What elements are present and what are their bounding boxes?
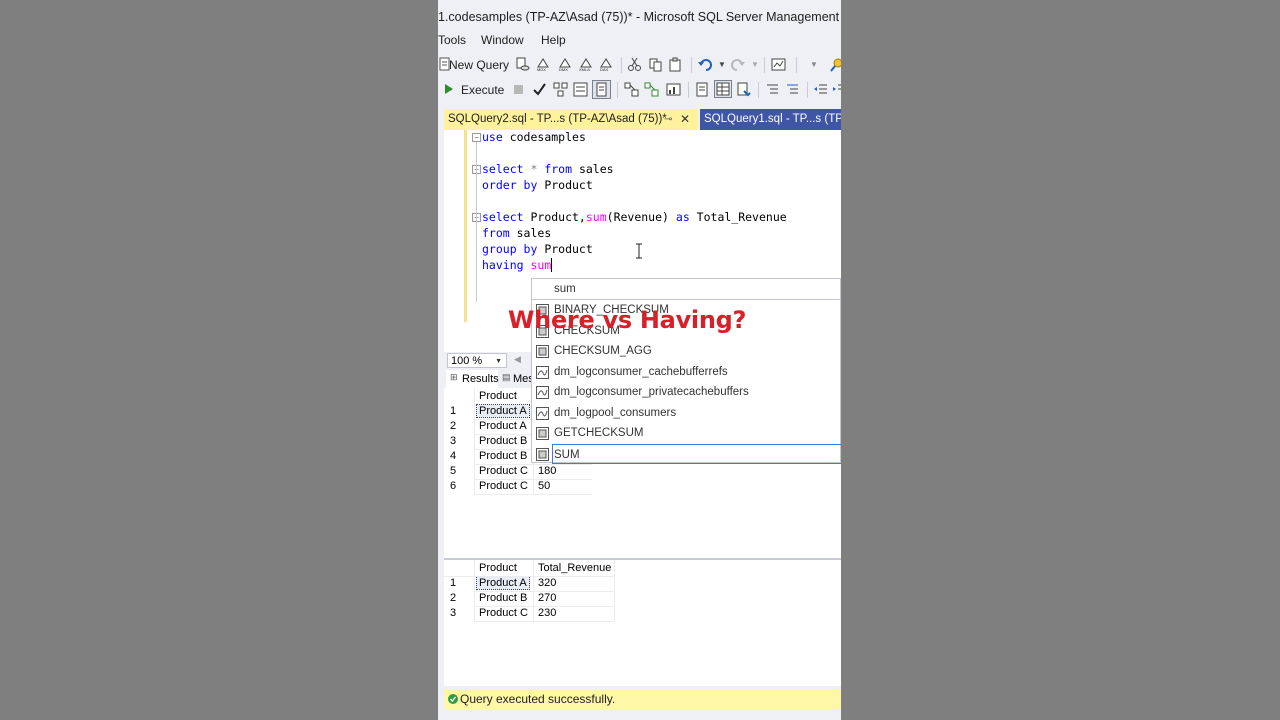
intellisense-item[interactable]: dm_logconsumer_privatecachebuffers xyxy=(532,382,841,402)
document-tabs: SQLQuery2.sql - TP...s (TP-AZ\Asad (75))… xyxy=(438,106,841,130)
code-line: order by Product xyxy=(482,178,593,192)
ssms-window: 1.codesamples (TP-AZ\Asad (75))* - Micro… xyxy=(438,0,841,720)
parse-icon[interactable] xyxy=(532,82,547,97)
execute-icon xyxy=(445,84,453,94)
include-plan-icon[interactable] xyxy=(624,82,639,97)
redo-icon[interactable] xyxy=(731,57,746,72)
intellisense-item[interactable]: CHECKSUM_AGG xyxy=(532,341,841,361)
standard-toolbar: New Query MDX DMX XMLA DAX ▼ ▼ ▼ xyxy=(438,53,841,77)
activity-monitor-icon[interactable] xyxy=(771,57,786,72)
text-caret xyxy=(551,258,553,272)
success-check-icon xyxy=(448,694,458,704)
menu-window[interactable]: Window xyxy=(481,33,524,47)
stop-icon[interactable] xyxy=(514,85,523,94)
menu-help[interactable]: Help xyxy=(541,33,566,47)
text-cursor-icon xyxy=(636,243,642,259)
sql-editor-toolbar: Execute xyxy=(438,78,841,102)
mdx-query-icon[interactable]: MDX xyxy=(536,57,551,72)
uncomment-lines-icon[interactable] xyxy=(785,82,800,97)
results-grid-2[interactable]: Product Total_Revenue 1 Product A 320 2 Pro… xyxy=(444,560,841,684)
menu-tools[interactable]: Tools xyxy=(438,33,466,47)
dax-query-icon[interactable]: DAX xyxy=(599,57,614,72)
client-stats-icon[interactable] xyxy=(666,82,681,97)
menu-bar: Tools Window Help xyxy=(438,30,841,52)
close-tab-icon[interactable]: ✕ xyxy=(680,109,690,130)
intellisense-item[interactable]: GETCHECKSUM xyxy=(532,423,841,443)
results-to-file-icon[interactable] xyxy=(736,82,751,97)
code-line: select * from sales xyxy=(482,162,614,176)
pin-tab-icon[interactable]: ⊸ xyxy=(664,109,672,130)
query-options-icon[interactable] xyxy=(573,82,588,97)
decrease-indent-icon[interactable] xyxy=(813,82,828,97)
code-line: group by Product xyxy=(482,242,593,256)
comment-lines-icon[interactable] xyxy=(765,82,780,97)
intellisense-item[interactable]: dm_logconsumer_cachebufferrefs xyxy=(532,362,841,382)
svg-text:DMX: DMX xyxy=(559,67,568,72)
chevron-down-icon: ▼ xyxy=(495,358,502,365)
intellisense-item[interactable]: dm_logpool_consumers xyxy=(532,403,841,423)
paste-icon[interactable] xyxy=(668,57,683,72)
window-title: 1.codesamples (TP-AZ\Asad (75))* - Micro… xyxy=(438,0,841,32)
undo-dropdown-icon[interactable]: ▼ xyxy=(718,56,726,74)
increase-indent-icon[interactable] xyxy=(832,82,841,97)
tab-sqlquery1[interactable]: SQLQuery1.sql - TP...s (TP-AZ\Asad xyxy=(700,109,841,130)
execute-button[interactable]: Execute xyxy=(461,81,504,99)
code-line: select Product,sum(Revenue) as Total_Rev… xyxy=(482,210,787,224)
properties-icon[interactable] xyxy=(830,57,841,72)
svg-text:DAX: DAX xyxy=(600,67,609,72)
code-line: from sales xyxy=(482,226,552,240)
grid-results-icon[interactable] xyxy=(714,80,732,98)
xmla-query-icon[interactable]: XMLA xyxy=(579,57,594,72)
intellisense-filter: sum xyxy=(532,279,841,300)
intellisense-item-selected[interactable]: SUM xyxy=(552,443,841,464)
svg-text:MDX: MDX xyxy=(537,67,546,72)
display-plan-icon[interactable] xyxy=(553,82,568,97)
results-to-text-icon[interactable] xyxy=(694,82,709,97)
results-to-grid-icon[interactable] xyxy=(592,80,611,99)
fold-toggle-icon[interactable]: − xyxy=(472,133,481,142)
undo-icon[interactable] xyxy=(697,57,712,72)
tab-sqlquery1-label: SQLQuery1.sql - TP...s (TP-AZ\Asad xyxy=(704,113,841,125)
change-tracking-margin xyxy=(464,130,467,322)
new-query-button[interactable]: New Query xyxy=(449,56,509,74)
toolbar-overflow-icon[interactable]: ▼ xyxy=(810,56,818,74)
query-status-bar: Query executed successfully. xyxy=(444,689,841,709)
code-line: use codesamples xyxy=(482,130,586,144)
query-db-icon[interactable] xyxy=(515,57,530,72)
svg-text:XMLA: XMLA xyxy=(579,67,590,72)
dmx-query-icon[interactable]: DMX xyxy=(558,57,573,72)
copy-icon[interactable] xyxy=(648,57,663,72)
scroll-left-icon[interactable]: ◀ xyxy=(514,354,521,365)
grid-icon: ⊞ xyxy=(450,372,458,382)
live-stats-icon[interactable] xyxy=(644,82,659,97)
cut-icon[interactable] xyxy=(627,57,642,72)
message-icon: ▤ xyxy=(502,372,511,382)
function-icon xyxy=(536,447,549,461)
code-line: having sum xyxy=(482,258,553,272)
tab-results[interactable]: ⊞ Results xyxy=(446,370,499,388)
fold-guide xyxy=(476,142,477,302)
redo-dropdown-icon[interactable]: ▼ xyxy=(751,56,759,74)
zoom-select[interactable]: 100 % ▼ xyxy=(447,353,507,368)
video-overlay-title: Where vs Having? xyxy=(508,306,747,334)
tab-sqlquery2[interactable]: SQLQuery2.sql - TP...s (TP-AZ\Asad (75))… xyxy=(444,109,698,130)
tab-sqlquery2-label: SQLQuery2.sql - TP...s (TP-AZ\Asad (75))… xyxy=(448,113,667,125)
